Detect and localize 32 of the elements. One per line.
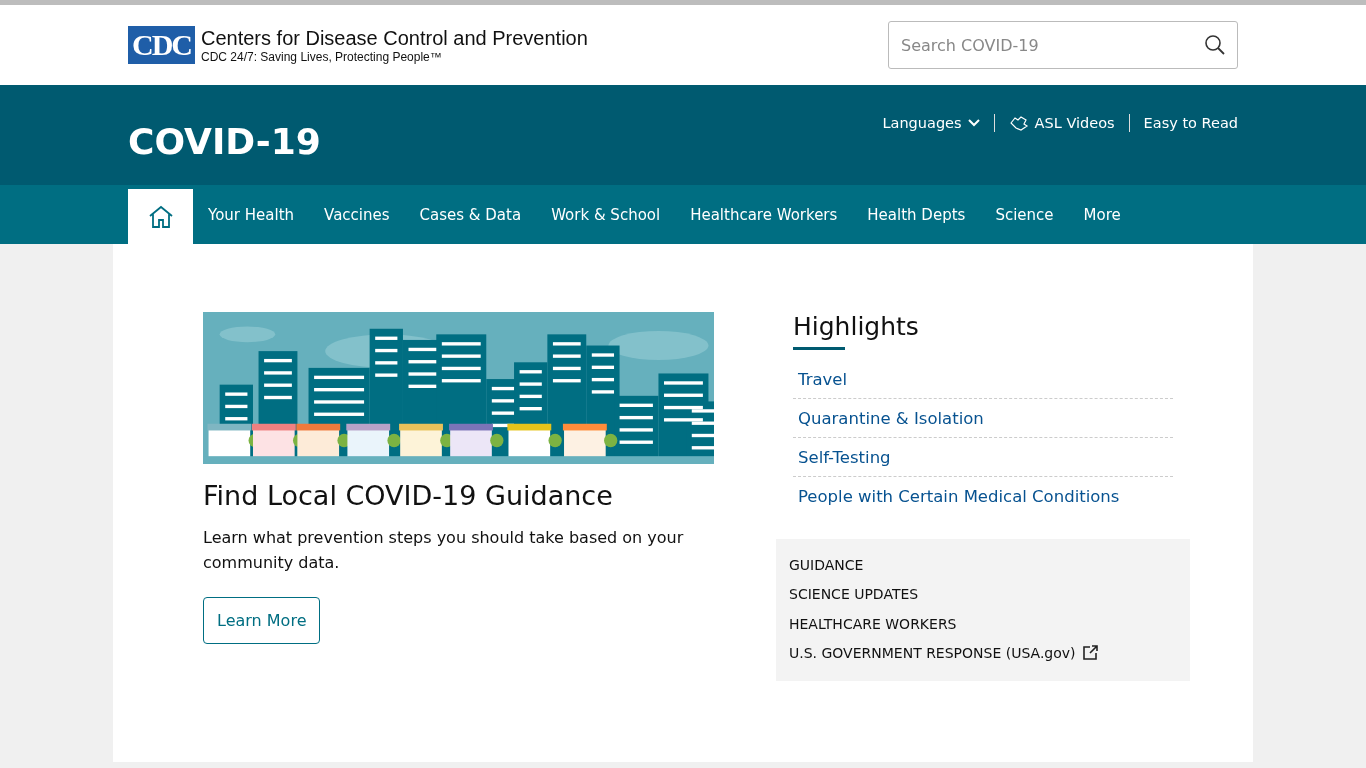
nav-tab[interactable]: Vaccines bbox=[309, 185, 405, 244]
nav-tab[interactable]: Your Health bbox=[193, 185, 310, 244]
org-name: Centers for Disease Control and Prevention bbox=[201, 26, 588, 50]
nav-tab[interactable]: Work & School bbox=[536, 185, 676, 244]
logo-badge[interactable]: CDC bbox=[128, 26, 195, 64]
quick-link[interactable]: SCIENCE UPDATES bbox=[789, 586, 919, 603]
highlight-link[interactable]: Quarantine & Isolation bbox=[798, 409, 984, 428]
search-field[interactable]: Search COVID-19 bbox=[888, 21, 1238, 69]
feature-text: Learn what prevention steps you should take based on your community data. bbox=[203, 527, 685, 574]
page-title: COVID-19 bbox=[128, 119, 321, 162]
search-icon[interactable] bbox=[1204, 34, 1226, 56]
highlights-heading: Highlights bbox=[793, 312, 920, 341]
home-icon bbox=[147, 204, 174, 229]
highlight-link[interactable]: People with Certain Medical Conditions bbox=[798, 487, 1120, 506]
easy-to-read-link[interactable]: Easy to Read bbox=[1143, 115, 1238, 131]
nav-tab[interactable]: Cases & Data bbox=[404, 185, 537, 244]
quick-link[interactable]: U.S. GOVERNMENT RESPONSE (USA.gov) bbox=[789, 645, 1076, 662]
highlight-link[interactable]: Travel bbox=[798, 370, 848, 389]
quick-link[interactable]: GUIDANCE bbox=[789, 556, 864, 573]
quick-link[interactable]: HEALTHCARE WORKERS bbox=[789, 615, 957, 632]
learn-more-button[interactable]: Learn More bbox=[203, 597, 321, 644]
chevron-down-icon bbox=[967, 119, 980, 127]
external-link-icon bbox=[1081, 645, 1098, 662]
feature-heading: Find Local COVID-19 Guidance bbox=[203, 480, 614, 511]
languages-dropdown[interactable]: Languages bbox=[882, 115, 980, 131]
nav-tab[interactable]: More bbox=[1068, 185, 1136, 244]
asl-videos-link[interactable]: ASL Videos bbox=[1008, 115, 1115, 131]
nav-tab[interactable]: Healthcare Workers bbox=[675, 185, 853, 244]
tagline: CDC 24/7: Saving Lives, Protecting People™ bbox=[201, 49, 443, 64]
nav-tab[interactable]: Science bbox=[980, 185, 1069, 244]
nav-tab[interactable]: Health Depts bbox=[852, 185, 981, 244]
highlight-link[interactable]: Self-Testing bbox=[798, 448, 891, 467]
